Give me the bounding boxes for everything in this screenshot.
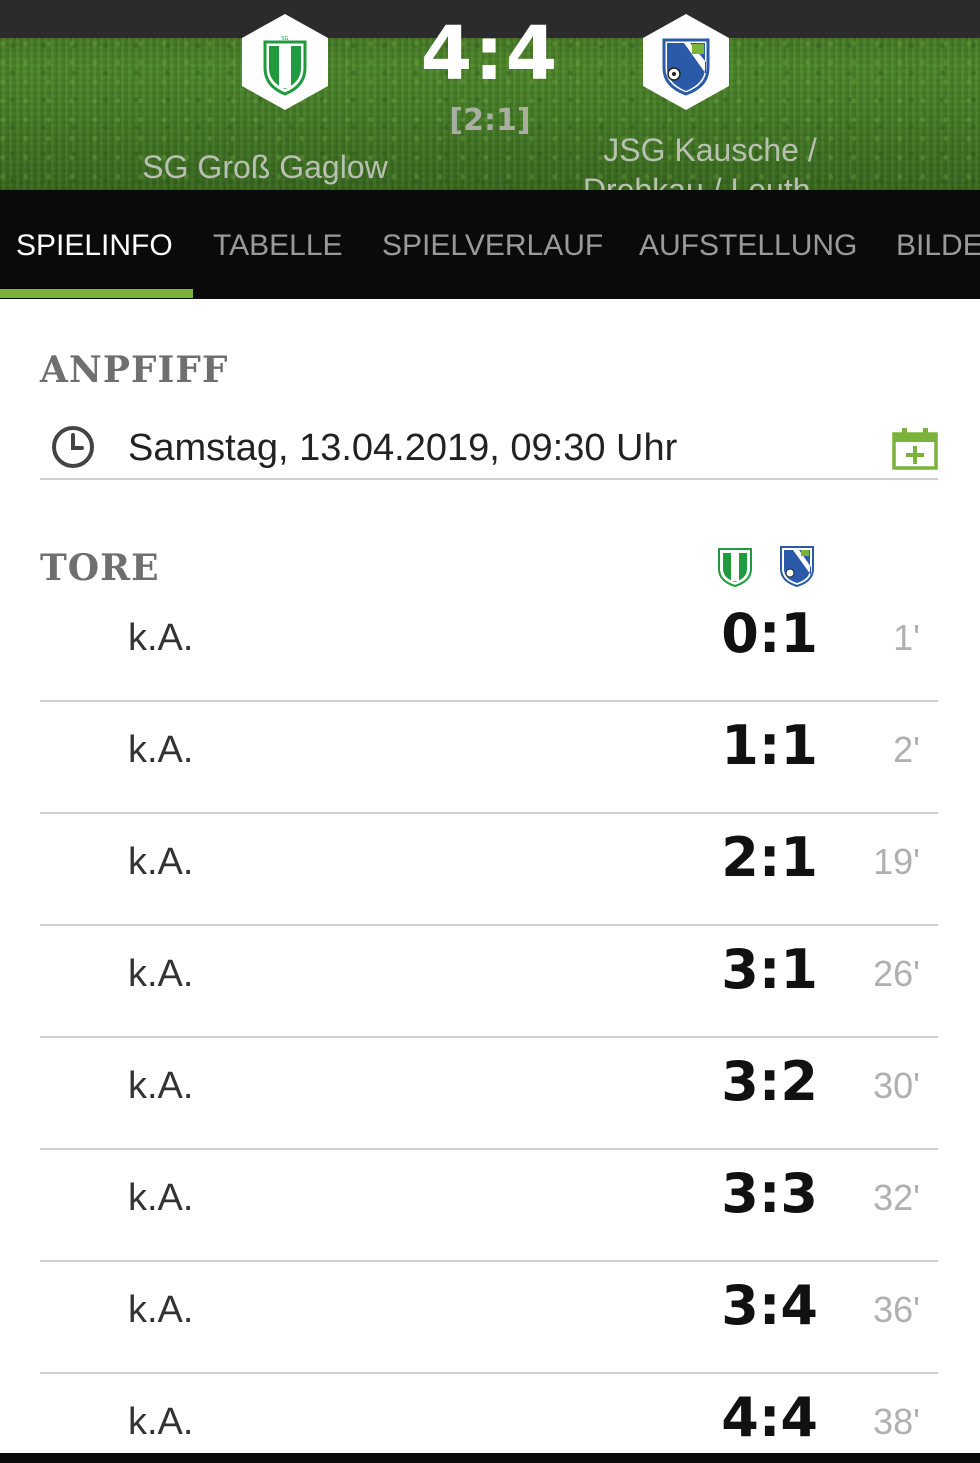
- goal-score: 0:1: [721, 602, 818, 665]
- tab-tabelle[interactable]: TABELLE: [213, 226, 343, 266]
- goal-minute: 38': [873, 1401, 920, 1442]
- goals-section-title: TORE: [40, 547, 160, 589]
- bottom-navigation-edge: [0, 1453, 980, 1463]
- goal-scorer: k.A.: [128, 1065, 194, 1107]
- home-team-name[interactable]: SG Groß Gaglow: [120, 148, 410, 186]
- goal-score: 3:4: [721, 1274, 818, 1337]
- away-team-mini-badge-icon: [780, 546, 814, 587]
- goal-scorer: k.A.: [128, 1401, 194, 1443]
- calendar-add-icon[interactable]: [892, 428, 938, 470]
- tab-spielverlauf[interactable]: SPIELVERLAUF: [382, 226, 603, 266]
- goal-score: 3:1: [721, 938, 818, 1001]
- kickoff-row: Samstag, 13.04.2019, 09:30 Uhr: [40, 410, 938, 480]
- match-page: SG 4:4 [2:1] SG Groß Gaglow JSG Kausche …: [0, 0, 980, 1463]
- active-tab-indicator: [0, 289, 193, 298]
- goal-row: k.A. 4:4 38': [40, 1374, 938, 1463]
- goal-row: k.A. 2:1 19': [40, 814, 938, 926]
- goal-score: 3:3: [721, 1162, 818, 1225]
- clock-icon: [52, 426, 94, 468]
- goal-minute: 32': [873, 1177, 920, 1218]
- goal-scorer: k.A.: [128, 729, 194, 771]
- goal-minute: 26': [873, 953, 920, 994]
- match-header: SG 4:4 [2:1] SG Groß Gaglow JSG Kausche …: [0, 0, 980, 190]
- goal-minute: 1': [893, 617, 920, 658]
- goal-minute: 30': [873, 1065, 920, 1106]
- goal-scorer: k.A.: [128, 841, 194, 883]
- goal-minute: 36': [873, 1289, 920, 1330]
- final-score: 4:4: [420, 11, 560, 97]
- away-team-badge-icon[interactable]: [640, 12, 732, 112]
- home-team-mini-badge-icon: [718, 548, 752, 587]
- kickoff-section-title: ANPFIFF: [40, 349, 229, 391]
- goal-score: 2:1: [721, 826, 818, 889]
- goal-scorer: k.A.: [128, 1177, 194, 1219]
- goal-scorer: k.A.: [128, 953, 194, 995]
- away-team-name[interactable]: JSG Kausche / Drebkau / Leuth...: [560, 130, 860, 190]
- home-team-badge-icon[interactable]: SG: [239, 12, 331, 112]
- goal-row: k.A. 3:1 26': [40, 926, 938, 1038]
- goal-row: k.A. 3:2 30': [40, 1038, 938, 1150]
- goal-scorer: k.A.: [128, 617, 194, 659]
- goal-minute: 19': [873, 841, 920, 882]
- kickoff-datetime: Samstag, 13.04.2019, 09:30 Uhr: [128, 427, 678, 469]
- goal-score: 4:4: [721, 1386, 818, 1449]
- goal-row: k.A. 0:1 1': [40, 590, 938, 702]
- tab-bar: SPIELINFO TABELLE SPIELVERLAUF AUFSTELLU…: [0, 190, 980, 299]
- tab-spielinfo[interactable]: SPIELINFO: [16, 226, 173, 266]
- goal-row: k.A. 1:1 2': [40, 702, 938, 814]
- goal-score: 1:1: [721, 714, 818, 777]
- goal-minute: 2': [893, 729, 920, 770]
- svg-text:SG: SG: [281, 36, 288, 42]
- tab-bilder[interactable]: BILDER: [896, 226, 980, 266]
- tab-aufstellung[interactable]: AUFSTELLUNG: [639, 226, 857, 266]
- goal-score: 3:2: [721, 1050, 818, 1113]
- goal-row: k.A. 3:4 36': [40, 1262, 938, 1374]
- goal-scorer: k.A.: [128, 1289, 194, 1331]
- goal-row: k.A. 3:3 32': [40, 1150, 938, 1262]
